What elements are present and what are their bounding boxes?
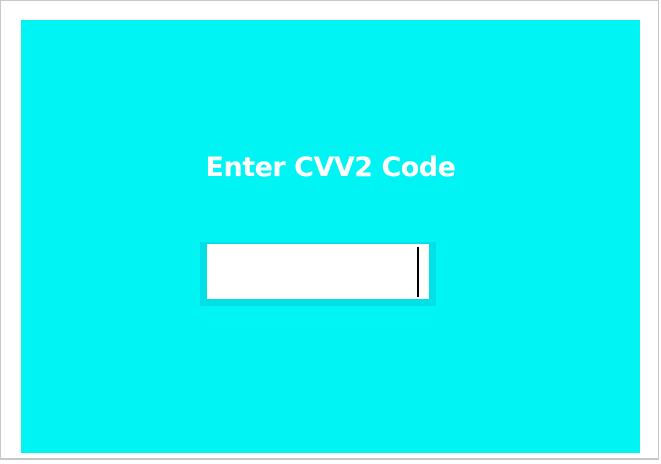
dialog-frame: Enter CVV2 Code [0, 0, 659, 460]
cvv-input[interactable] [207, 244, 429, 299]
cvv-panel: Enter CVV2 Code [21, 20, 640, 453]
dialog-title: Enter CVV2 Code [205, 152, 456, 183]
text-caret [417, 247, 419, 297]
